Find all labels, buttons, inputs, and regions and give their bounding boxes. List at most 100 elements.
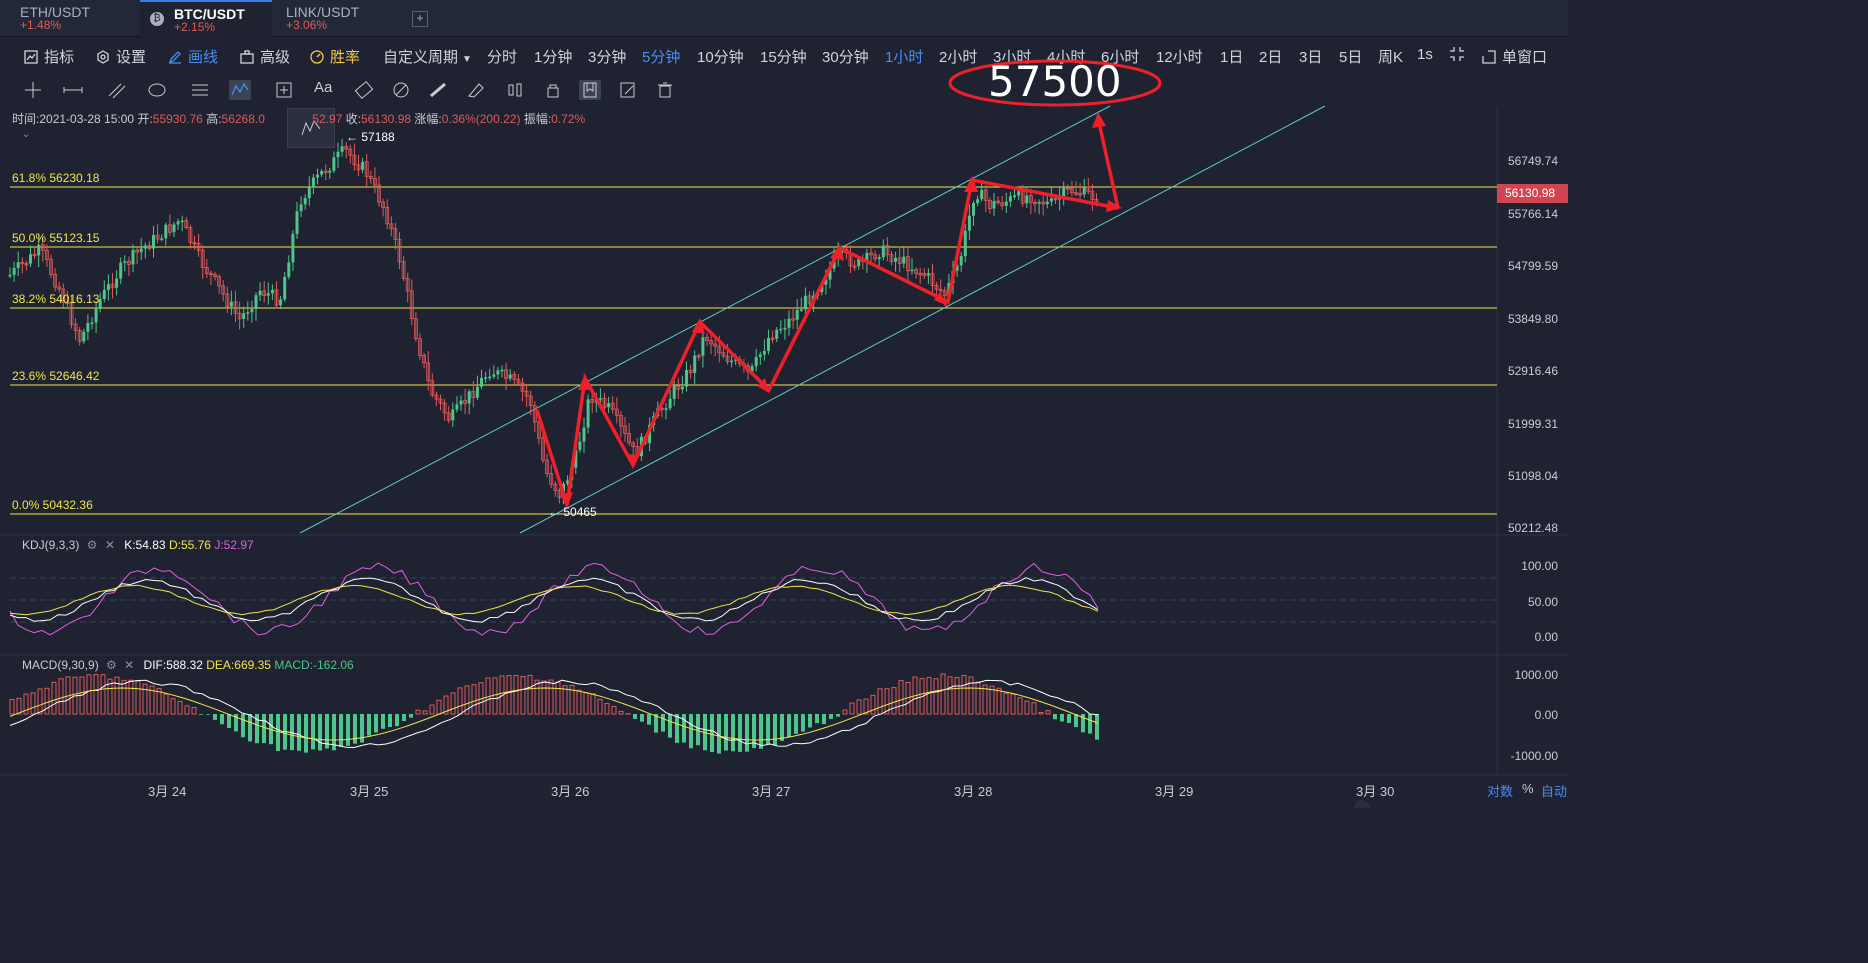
price-tick: 51098.04 <box>1507 469 1558 483</box>
macd-bar <box>801 714 805 732</box>
macd-bar <box>220 714 224 725</box>
macd-bar <box>675 714 679 743</box>
date-tick: 3月 26 <box>551 784 590 799</box>
macd-bar <box>318 714 322 751</box>
fib-label-500: 50.0% 55123.15 <box>12 231 100 245</box>
macd-dif-value: DIF:588.32 <box>143 658 203 672</box>
macd-bar <box>227 714 231 729</box>
price-tick: 54799.59 <box>1507 259 1558 273</box>
target-price-annotation: 57500 <box>988 57 1122 106</box>
candle-body <box>685 370 688 387</box>
candle-body <box>332 157 336 171</box>
macd-bar <box>262 714 266 744</box>
macd-bar <box>640 714 644 722</box>
date-tick: 3月 29 <box>1155 784 1194 799</box>
candle-body <box>783 327 787 330</box>
candle-body <box>455 404 459 410</box>
macd-bar <box>682 714 686 743</box>
percent-toggle[interactable]: % <box>1522 781 1534 796</box>
candle-body <box>254 295 258 310</box>
fib-label-000: 0.0% 50432.36 <box>12 498 93 512</box>
candle-body <box>767 338 770 351</box>
candle-body <box>295 211 299 234</box>
macd-bar <box>738 714 742 752</box>
candle-body <box>795 309 799 320</box>
macd-bar <box>402 714 406 722</box>
candle-body <box>664 408 668 410</box>
price-tick: 53849.80 <box>1507 312 1558 326</box>
candle-body <box>877 257 881 259</box>
ohlc-info: 时间:2021-03-28 15:00 开:55930.76 高:56268.0… <box>12 110 585 127</box>
macd-bar <box>276 714 280 752</box>
close-icon[interactable]: ✕ <box>124 658 134 672</box>
kdj-tick: 100.00 <box>1521 559 1558 573</box>
close-label: 收: <box>345 112 361 126</box>
candle-body <box>972 203 975 216</box>
candle-body <box>500 369 504 372</box>
candle-body <box>180 220 184 223</box>
candle-body <box>287 262 291 277</box>
kdj-name: KDJ(9,3,3) <box>22 538 80 552</box>
candle-body <box>467 391 471 404</box>
candle-body <box>283 276 287 300</box>
macd-bar <box>1053 714 1057 720</box>
macd-bar <box>381 714 385 729</box>
candle-body <box>1017 191 1021 196</box>
macd-bar <box>633 714 637 720</box>
candle-body <box>762 350 766 355</box>
candle-body <box>480 377 483 387</box>
log-scale-toggle[interactable]: 对数 <box>1487 781 1513 800</box>
macd-bar <box>409 714 413 718</box>
auto-scale-toggle[interactable]: 自动 <box>1541 781 1567 800</box>
candle-body <box>959 256 963 266</box>
candle-body <box>475 386 479 398</box>
time-label: 时间: <box>12 112 40 126</box>
price-tick: 51999.31 <box>1507 417 1558 431</box>
amplitude-value: 0.72% <box>551 112 586 126</box>
candle-body <box>857 259 861 266</box>
candle-body <box>152 235 155 249</box>
macd-bar <box>808 714 812 728</box>
candle-body <box>316 174 319 178</box>
kdj-j-value: J:52.97 <box>214 538 254 552</box>
macd-bar <box>710 714 714 753</box>
macd-bar <box>395 714 399 727</box>
candle-body <box>1008 196 1012 202</box>
gear-icon[interactable]: ⚙ <box>87 538 98 552</box>
candle-body <box>1004 201 1008 206</box>
candle-body <box>881 245 885 258</box>
macd-bar <box>759 714 763 749</box>
macd-bar <box>199 714 203 715</box>
candle-body <box>361 161 365 170</box>
close-value: 56130.98 <box>360 112 412 126</box>
collapse-icon[interactable]: ⌄ <box>22 129 30 140</box>
candle-body <box>320 171 324 175</box>
close-icon[interactable]: ✕ <box>105 538 115 552</box>
candle-body <box>303 198 307 205</box>
fib-label-618: 61.8% 56230.18 <box>12 171 100 185</box>
candle-body <box>668 398 672 409</box>
macd-header: MACD(9,30,9) ⚙ ✕ DIF:588.32 DEA:669.35 M… <box>22 658 354 672</box>
macd-bar <box>836 714 840 717</box>
macd-bar <box>787 714 791 738</box>
macd-bar <box>248 714 252 742</box>
candle-body <box>291 233 295 263</box>
candle-body <box>139 248 143 253</box>
candle-body <box>799 309 803 311</box>
macd-bar <box>388 714 392 728</box>
candle-body <box>311 177 315 188</box>
candle-body <box>172 224 176 233</box>
macd-bar <box>773 714 777 746</box>
gear-icon[interactable]: ⚙ <box>106 658 117 672</box>
candle-body <box>779 328 783 331</box>
candle-body <box>586 399 590 428</box>
macd-bar <box>1074 714 1078 728</box>
candle-body <box>598 398 602 400</box>
date-tick: 3月 30 <box>1356 784 1395 799</box>
macd-bar <box>304 714 308 753</box>
candle-body <box>266 293 270 296</box>
macd-bar <box>1067 714 1071 723</box>
candle-body <box>115 278 119 288</box>
macd-bar <box>647 714 651 725</box>
candle-body <box>250 309 254 313</box>
